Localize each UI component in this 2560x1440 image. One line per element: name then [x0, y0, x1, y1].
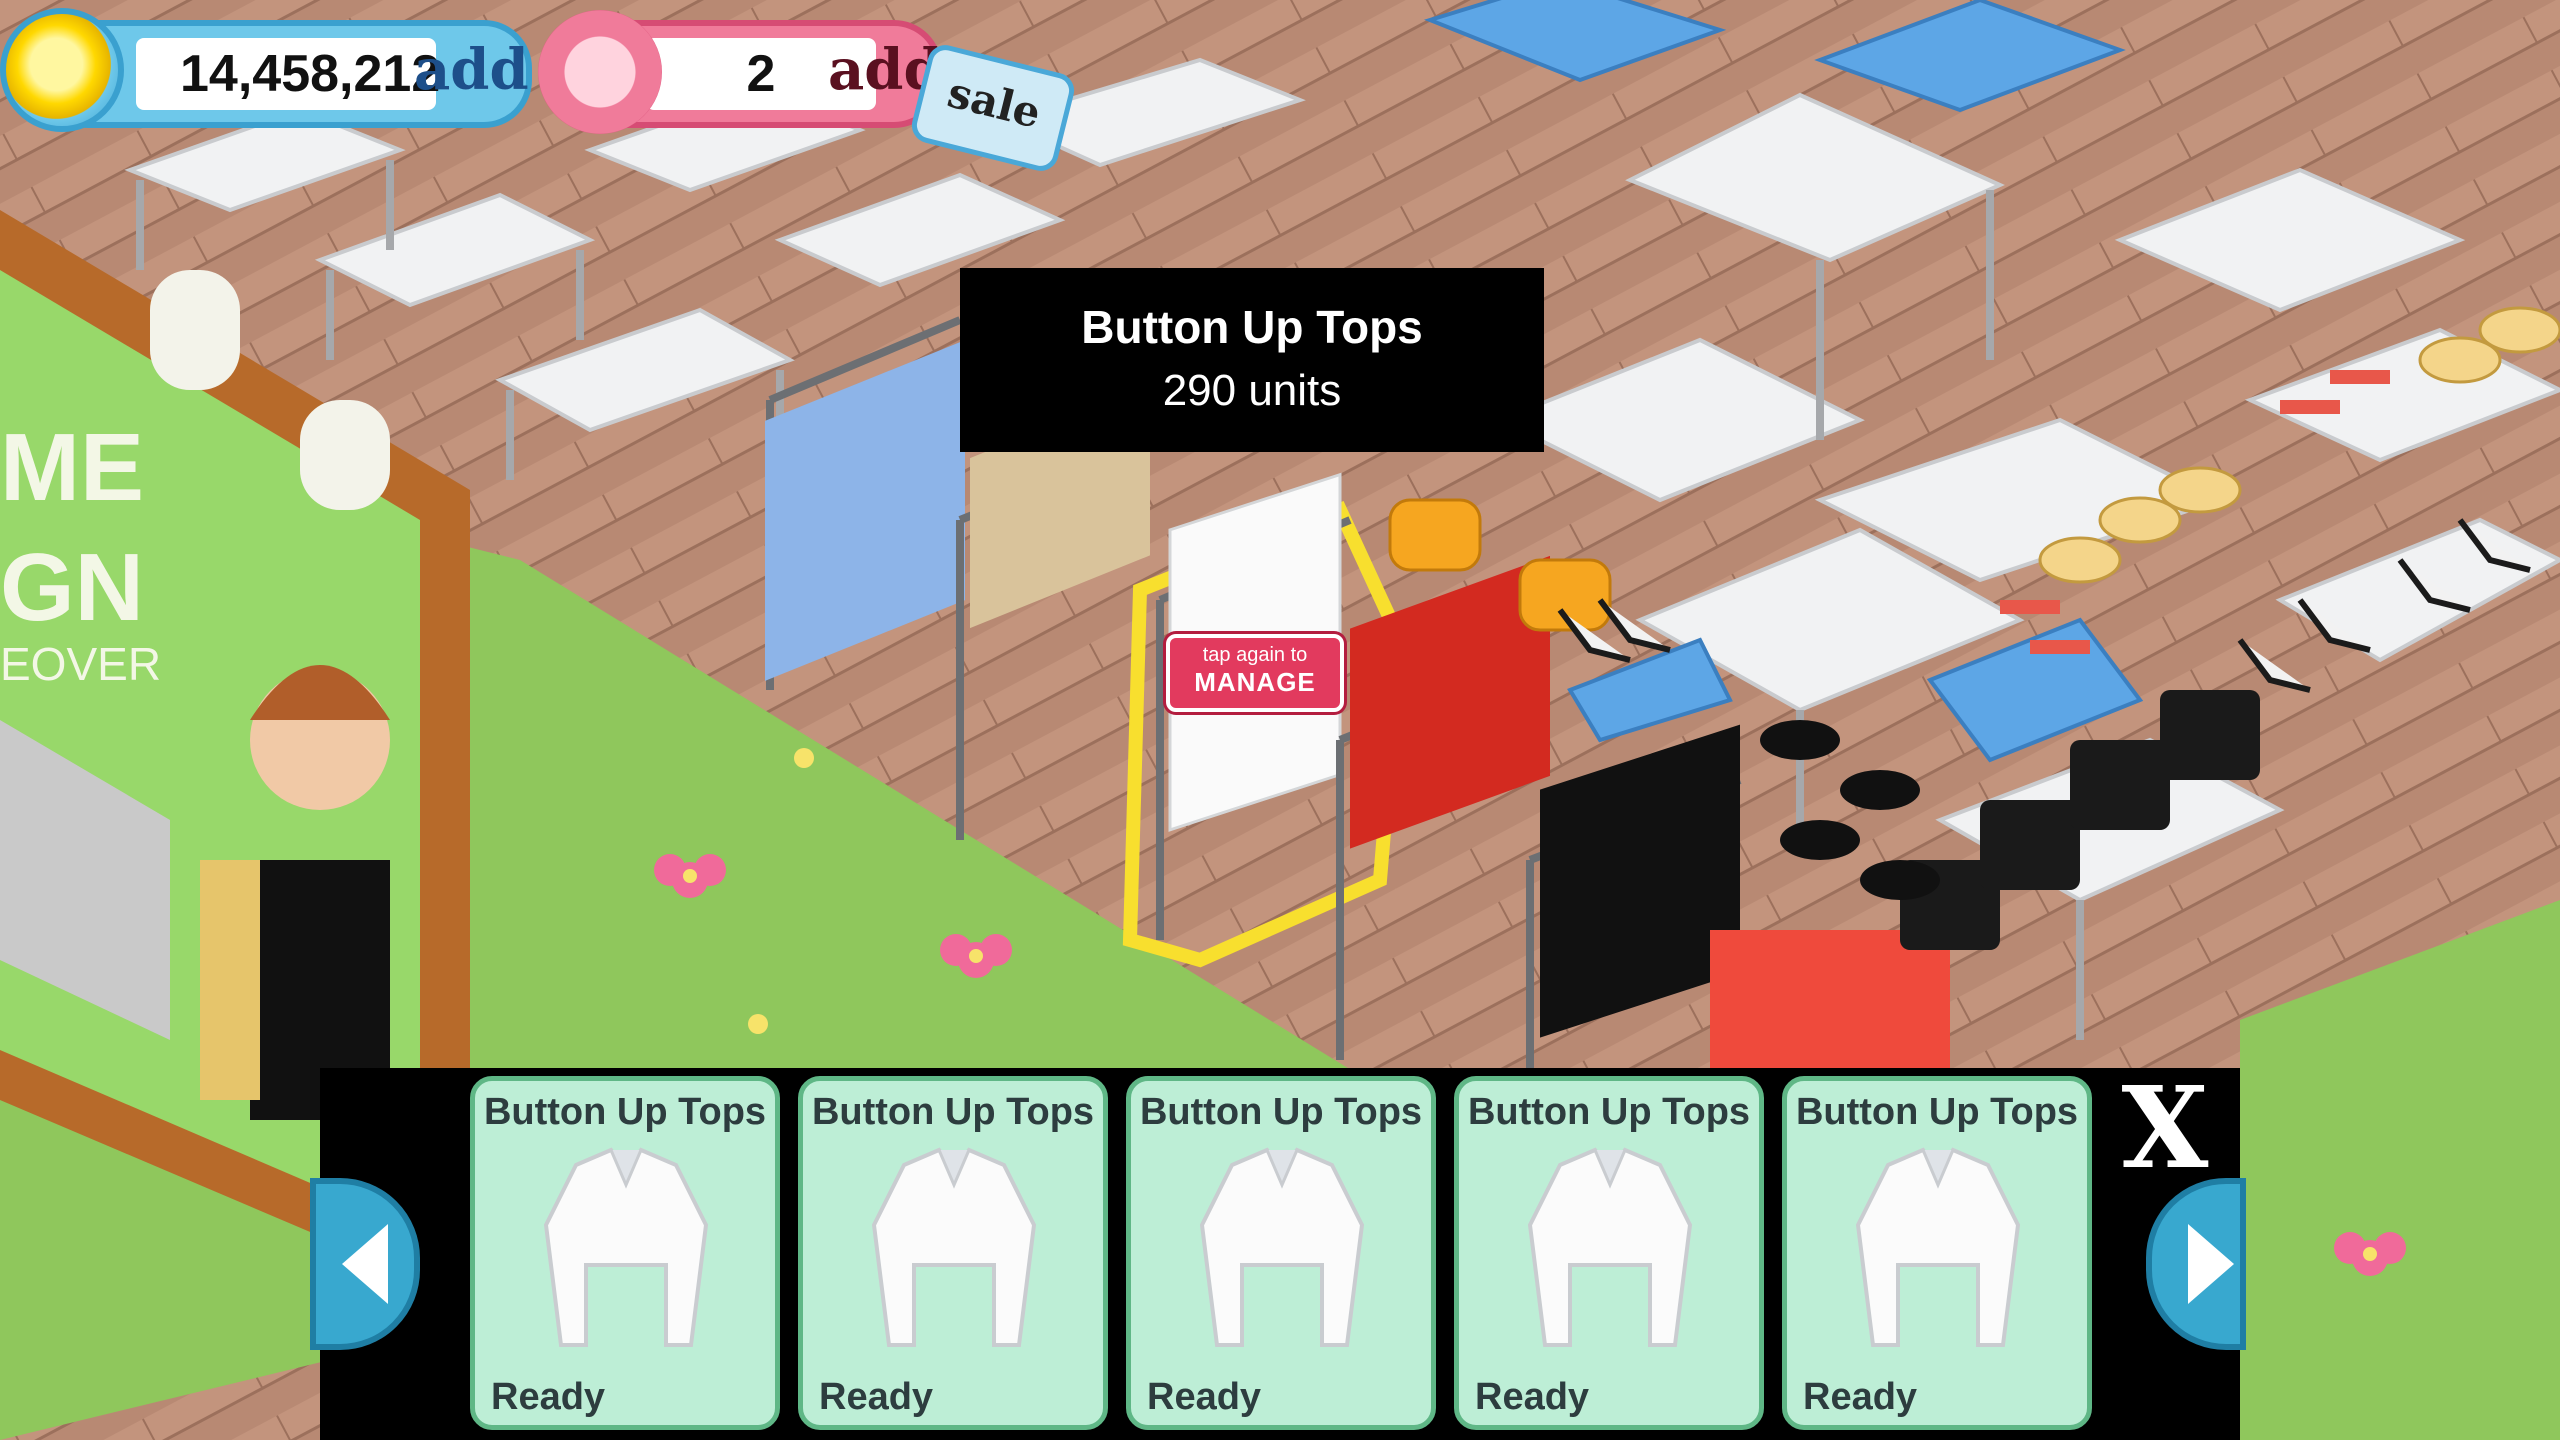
button-up-shirt-icon [1527, 1147, 1693, 1347]
card-title: Button Up Tops [483, 1091, 767, 1133]
scroll-left-button[interactable] [310, 1178, 420, 1350]
billboard-text-1: ME [0, 414, 144, 521]
manage-label: MANAGE [1194, 667, 1316, 697]
rack-red-dresses[interactable] [1710, 930, 1950, 1068]
billboard-text-2: GN [0, 534, 144, 641]
coins-add-button[interactable]: add [414, 26, 529, 122]
card-status: Ready [1803, 1376, 1918, 1418]
manage-hint: tap again to [1202, 644, 1308, 666]
card-title: Button Up Tops [1139, 1091, 1423, 1133]
tooltip-units: 290 units [1162, 366, 1342, 415]
inventory-card[interactable]: Button Up Tops Ready [1454, 1076, 1764, 1430]
scroll-right-button[interactable] [2146, 1178, 2246, 1350]
inventory-card[interactable]: Button Up Tops Ready [1782, 1076, 2092, 1430]
button-up-shirt-icon [1199, 1147, 1365, 1347]
manage-badge[interactable]: tap again to MANAGE [1166, 634, 1344, 712]
inventory-card[interactable]: Button Up Tops Ready [1126, 1076, 1436, 1430]
card-title: Button Up Tops [1795, 1091, 2079, 1133]
coin-icon [0, 8, 124, 132]
coins-value: 14,458,212 [136, 38, 440, 110]
card-title: Button Up Tops [1467, 1091, 1751, 1133]
item-tooltip: Button Up Tops 290 units [960, 268, 1544, 452]
card-status: Ready [1147, 1376, 1262, 1418]
gem-icon [538, 10, 662, 134]
arrow-right-icon [2188, 1224, 2234, 1304]
tooltip-title: Button Up Tops [1081, 301, 1423, 353]
inventory-card[interactable]: Button Up Tops Ready [798, 1076, 1108, 1430]
card-title: Button Up Tops [811, 1091, 1095, 1133]
close-button[interactable]: X [2110, 1073, 2220, 1185]
arrow-left-icon [342, 1224, 388, 1304]
button-up-shirt-icon [871, 1147, 1037, 1347]
billboard-text-3: EOVER [0, 638, 161, 690]
inventory-card[interactable]: Button Up Tops Ready [470, 1076, 780, 1430]
button-up-shirt-icon [1855, 1147, 2021, 1347]
card-status: Ready [491, 1376, 606, 1418]
card-status: Ready [1475, 1376, 1590, 1418]
button-up-shirt-icon [543, 1147, 709, 1347]
card-status: Ready [819, 1376, 934, 1418]
inventory-bar: Button Up Tops Ready Button Up Tops Read… [310, 1068, 2246, 1440]
